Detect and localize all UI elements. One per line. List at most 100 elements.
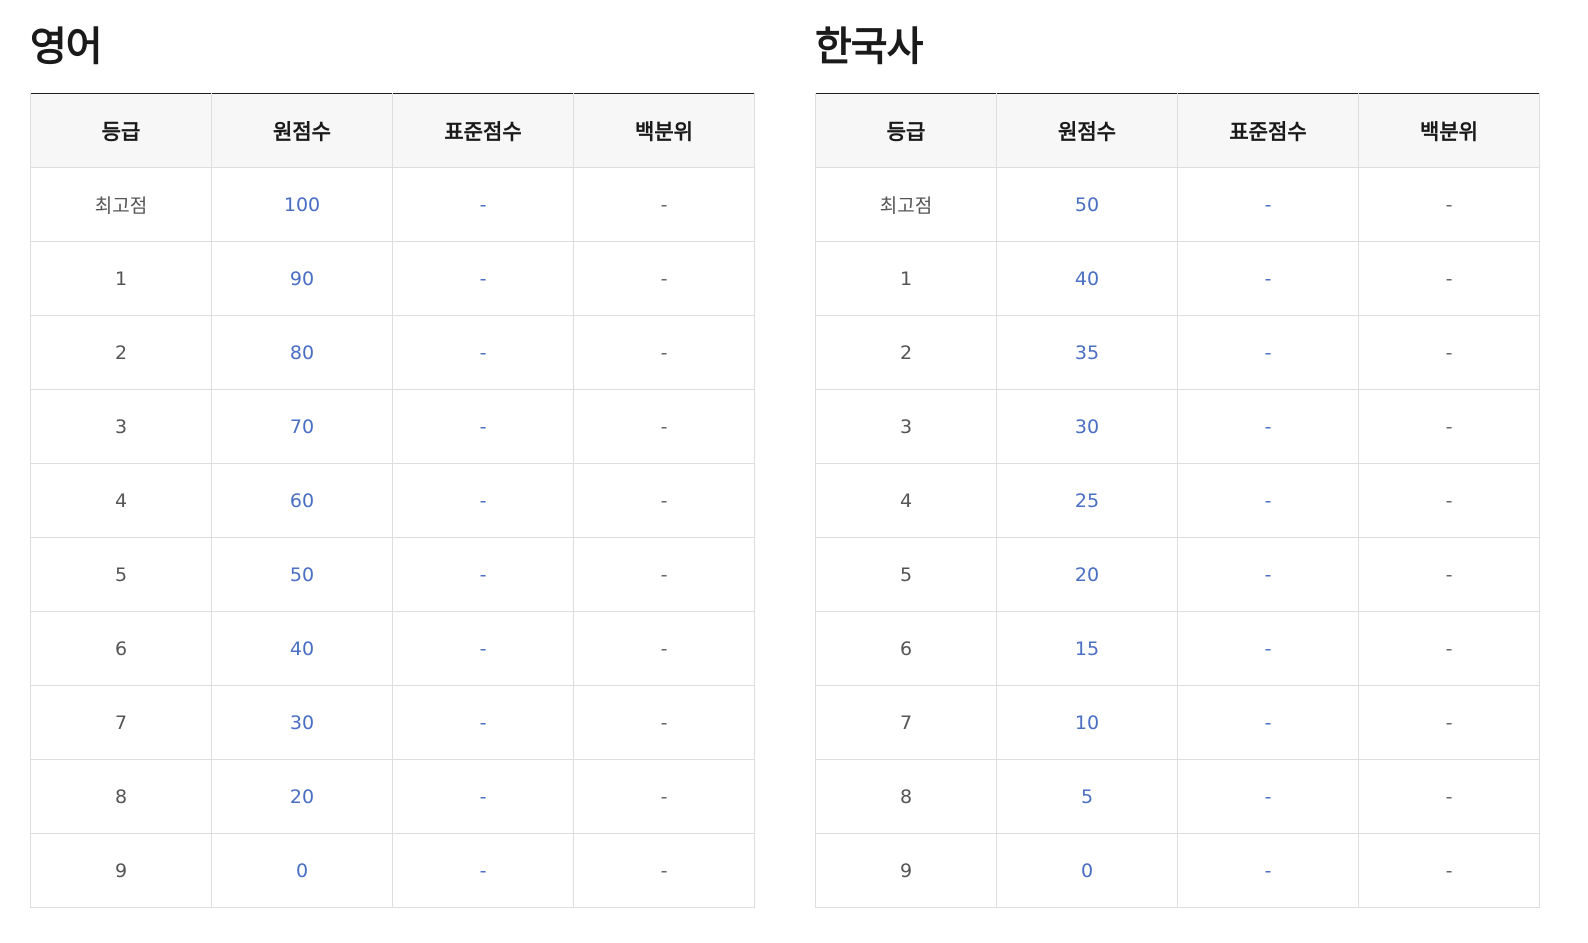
standard-score-cell: - — [392, 759, 574, 834]
percentile-cell: - — [1358, 537, 1540, 612]
header-standard-score: 표준점수 — [392, 93, 574, 168]
section-title: 한국사 — [815, 24, 923, 70]
standard-score-cell: - — [1177, 833, 1359, 908]
raw-score-cell: 15 — [996, 611, 1178, 686]
raw-score-cell: 0 — [211, 833, 393, 908]
raw-score-cell: 20 — [996, 537, 1178, 612]
table-row: 3 70- - — [30, 389, 755, 464]
table-row: 5 20- - — [815, 537, 1540, 612]
grade-cell: 2 — [815, 315, 997, 390]
percentile-cell: - — [573, 611, 755, 686]
standard-score-cell: - — [392, 833, 574, 908]
table-header-row: 등급 원점수 표준점수 백분위 — [815, 93, 1540, 168]
grade-cell: 9 — [815, 833, 997, 908]
standard-score-cell: - — [392, 537, 574, 612]
header-percentile: 백분위 — [573, 93, 755, 168]
percentile-cell: - — [573, 315, 755, 390]
percentile-cell: - — [573, 463, 755, 538]
standard-score-cell: - — [392, 389, 574, 464]
grade-cell: 8 — [815, 759, 997, 834]
percentile-cell: - — [573, 685, 755, 760]
score-table: 등급 원점수 표준점수 백분위 최고점 100- -1 90- -2 80- -3 70- -4… — [30, 93, 755, 908]
raw-score-cell: 25 — [996, 463, 1178, 538]
grade-cell: 6 — [815, 611, 997, 686]
table-row: 7 30- - — [30, 685, 755, 760]
raw-score-cell: 80 — [211, 315, 393, 390]
raw-score-cell: 90 — [211, 241, 393, 316]
raw-score-cell: 100 — [211, 167, 393, 242]
percentile-cell: - — [573, 759, 755, 834]
table-row: 4 60- - — [30, 463, 755, 538]
raw-score-cell: 0 — [996, 833, 1178, 908]
grade-cell: 4 — [30, 463, 212, 538]
table-row: 2 35- - — [815, 315, 1540, 390]
raw-score-cell: 10 — [996, 685, 1178, 760]
percentile-cell: - — [1358, 759, 1540, 834]
percentile-cell: - — [1358, 241, 1540, 316]
grade-cell: 1 — [30, 241, 212, 316]
header-standard-score: 표준점수 — [1177, 93, 1359, 168]
grade-cell: 3 — [815, 389, 997, 464]
grade-cell: 최고점 — [30, 167, 212, 242]
grade-cell: 5 — [30, 537, 212, 612]
standard-score-cell: - — [1177, 611, 1359, 686]
standard-score-cell: - — [1177, 463, 1359, 538]
standard-score-cell: - — [1177, 759, 1359, 834]
table-row: 85-- — [815, 759, 1540, 834]
table-row: 1 40- - — [815, 241, 1540, 316]
header-raw-score: 원점수 — [996, 93, 1178, 168]
percentile-cell: - — [1358, 167, 1540, 242]
header-percentile: 백분위 — [1358, 93, 1540, 168]
percentile-cell: - — [573, 167, 755, 242]
standard-score-cell: - — [1177, 315, 1359, 390]
percentile-cell: - — [1358, 833, 1540, 908]
score-table: 등급 원점수 표준점수 백분위 최고점 50- -1 40- -2 35- -3 30- -4 2… — [815, 93, 1540, 908]
table-row: 6 15- - — [815, 611, 1540, 686]
standard-score-cell: - — [1177, 685, 1359, 760]
percentile-cell: - — [1358, 389, 1540, 464]
standard-score-cell: - — [392, 241, 574, 316]
standard-score-cell: - — [392, 611, 574, 686]
table-body: 최고점 50- -1 40- -2 35- -3 30- -4 25- -5 20- -6 15- -7 10… — [815, 167, 1540, 908]
percentile-cell: - — [573, 389, 755, 464]
grade-cell: 9 — [30, 833, 212, 908]
grade-cell: 8 — [30, 759, 212, 834]
raw-score-cell: 50 — [996, 167, 1178, 242]
standard-score-cell: - — [1177, 537, 1359, 612]
table-row: 8 20- - — [30, 759, 755, 834]
grade-cell: 7 — [30, 685, 212, 760]
raw-score-cell: 40 — [996, 241, 1178, 316]
percentile-cell: - — [573, 537, 755, 612]
standard-score-cell: - — [392, 167, 574, 242]
table-row: 4 25- - — [815, 463, 1540, 538]
table-row: 90-- — [30, 833, 755, 908]
raw-score-cell: 5 — [996, 759, 1178, 834]
grade-cell: 2 — [30, 315, 212, 390]
grade-cell: 최고점 — [815, 167, 997, 242]
grade-cell: 1 — [815, 241, 997, 316]
standard-score-cell: - — [392, 685, 574, 760]
raw-score-cell: 35 — [996, 315, 1178, 390]
raw-score-cell: 20 — [211, 759, 393, 834]
table-header-row: 등급 원점수 표준점수 백분위 — [30, 93, 755, 168]
grade-cell: 5 — [815, 537, 997, 612]
header-grade: 등급 — [815, 93, 997, 168]
section-title: 영어 — [30, 24, 103, 70]
standard-score-cell: - — [1177, 389, 1359, 464]
english-score-section: 영어 등급 원점수 표준점수 백분위 최고점 100- -1 90- -2 80- -3 70… — [30, 18, 755, 908]
header-grade: 등급 — [30, 93, 212, 168]
raw-score-cell: 50 — [211, 537, 393, 612]
table-row: 7 10- - — [815, 685, 1540, 760]
percentile-cell: - — [573, 241, 755, 316]
table-row: 2 80- - — [30, 315, 755, 390]
percentile-cell: - — [1358, 315, 1540, 390]
standard-score-cell: - — [1177, 167, 1359, 242]
raw-score-cell: 30 — [996, 389, 1178, 464]
percentile-cell: - — [1358, 611, 1540, 686]
percentile-cell: - — [1358, 463, 1540, 538]
table-row: 1 90- - — [30, 241, 755, 316]
raw-score-cell: 60 — [211, 463, 393, 538]
raw-score-cell: 40 — [211, 611, 393, 686]
grade-cell: 4 — [815, 463, 997, 538]
header-raw-score: 원점수 — [211, 93, 393, 168]
